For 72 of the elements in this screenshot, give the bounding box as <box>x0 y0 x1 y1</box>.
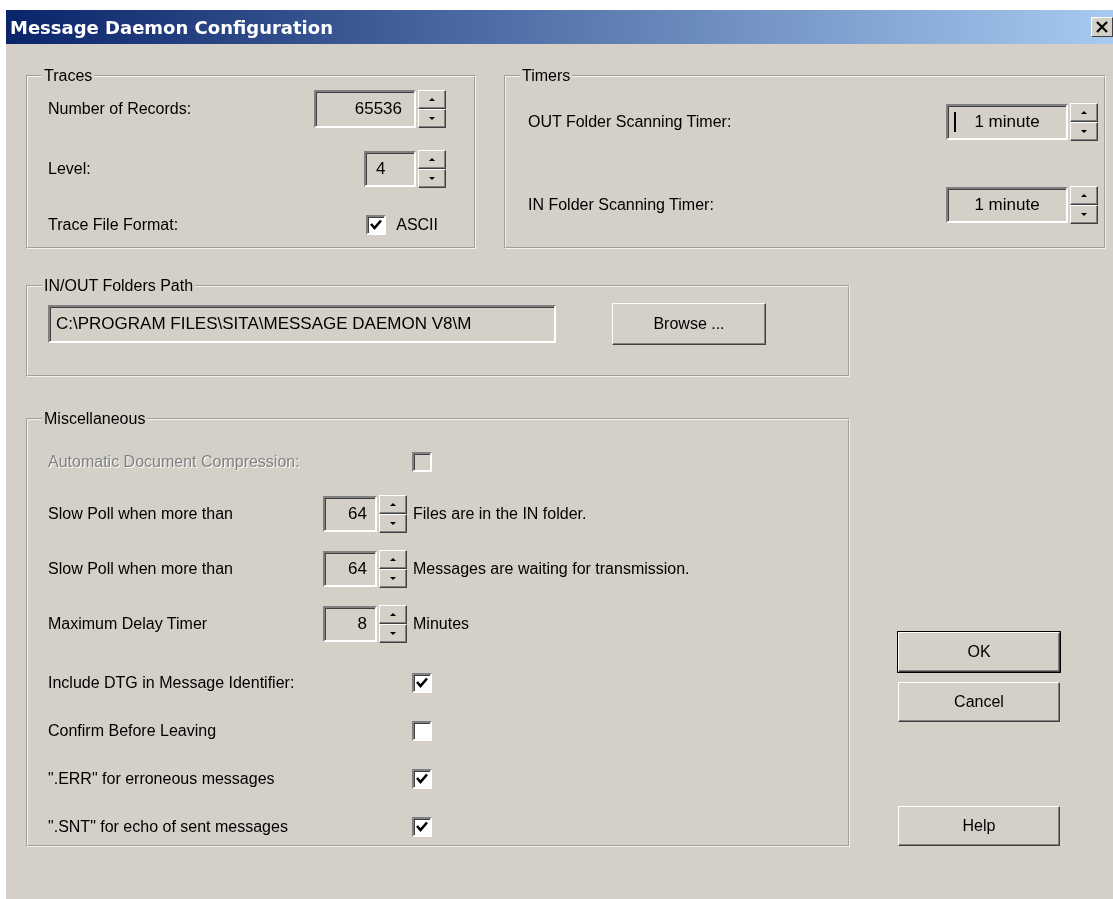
group-title: Traces <box>43 67 94 85</box>
field-label: Trace File Format: <box>48 216 179 234</box>
number-field[interactable]: 65536 <box>314 90 416 128</box>
option-label: Include DTG in Message Identifier: <box>48 674 296 692</box>
timer-field[interactable]: 1 minute <box>946 104 1068 140</box>
timer-field[interactable]: 1 minute <box>946 187 1068 223</box>
spin-down-button[interactable] <box>1070 205 1098 224</box>
up-arrow-icon <box>390 557 396 561</box>
check-icon <box>416 677 428 689</box>
option-label: Confirm Before Leaving <box>48 722 218 740</box>
dialog-button[interactable]: Cancel <box>898 682 1060 722</box>
field-label: Number of Records: <box>48 100 192 118</box>
path-field[interactable]: C:\PROGRAM FILES\SITA\MESSAGE DAEMON V8\M <box>48 305 556 343</box>
browse-button[interactable]: Browse ... <box>612 303 766 345</box>
option-label: ".ERR" for erroneous messages <box>48 770 276 788</box>
spin-down-button[interactable] <box>418 109 446 128</box>
group-title: Miscellaneous <box>43 410 147 428</box>
spin-down-button[interactable] <box>1070 122 1098 141</box>
option-label: Slow Poll when more than <box>48 504 234 523</box>
down-arrow-icon <box>390 521 396 525</box>
checkbox-label: ASCII <box>396 216 438 234</box>
field-label: Level: <box>48 160 91 178</box>
option-suffix: Messages are waiting for transmission. <box>413 559 690 578</box>
option-label: Slow Poll when more than <box>48 559 234 578</box>
up-arrow-icon <box>1081 194 1087 197</box>
spin-up-button[interactable] <box>418 150 446 169</box>
down-arrow-icon <box>1081 130 1087 133</box>
up-arrow-icon <box>390 612 396 616</box>
up-arrow-icon <box>429 158 435 161</box>
spin-down-button[interactable] <box>418 169 446 188</box>
number-field[interactable]: 64 <box>323 495 377 532</box>
field-value: 1 minute <box>974 195 1040 215</box>
up-arrow-icon <box>1081 111 1087 114</box>
option-suffix: Files are in the IN folder. <box>413 504 587 523</box>
checkbox[interactable] <box>412 769 432 789</box>
field-label: OUT Folder Scanning Timer: <box>527 113 732 131</box>
window-title: Message Daemon Configuration <box>10 16 333 38</box>
dialog-button[interactable]: OK <box>898 632 1060 672</box>
checkbox[interactable] <box>412 721 432 741</box>
down-arrow-icon <box>390 576 396 580</box>
number-field[interactable]: 64 <box>323 550 377 587</box>
group-title: IN/OUT Folders Path <box>43 277 195 295</box>
spin-up-button[interactable] <box>1070 103 1098 122</box>
check-icon <box>370 219 383 231</box>
spin-up-button[interactable] <box>1070 186 1098 205</box>
option-label: Maximum Delay Timer <box>48 614 209 633</box>
spin-up-button[interactable] <box>379 494 407 514</box>
down-arrow-icon <box>1081 213 1087 216</box>
number-field[interactable]: 4 <box>364 151 416 187</box>
checkbox[interactable] <box>366 215 387 235</box>
spin-up-button[interactable] <box>379 549 407 569</box>
group-title: Timers <box>521 67 572 85</box>
spin-up-button[interactable] <box>379 604 407 624</box>
checkbox[interactable] <box>412 817 432 837</box>
down-arrow-icon <box>429 177 435 180</box>
check-icon <box>416 773 428 785</box>
field-label: IN Folder Scanning Timer: <box>527 196 714 214</box>
down-arrow-icon <box>390 631 396 635</box>
option-label: Automatic Document Compression: <box>48 453 301 471</box>
option-suffix: Minutes <box>413 614 470 633</box>
spin-up-button[interactable] <box>418 90 446 109</box>
up-arrow-icon <box>390 502 396 506</box>
down-arrow-icon <box>429 117 435 120</box>
check-icon <box>416 821 428 833</box>
up-arrow-icon <box>429 98 435 101</box>
close-button[interactable] <box>1091 17 1113 37</box>
number-field[interactable]: 8 <box>323 605 377 642</box>
close-icon <box>1096 21 1108 33</box>
checkbox[interactable] <box>412 673 432 693</box>
dialog-button[interactable]: Help <box>898 806 1060 846</box>
field-value: 1 minute <box>974 112 1040 132</box>
option-label: ".SNT" for echo of sent messages <box>48 818 289 836</box>
